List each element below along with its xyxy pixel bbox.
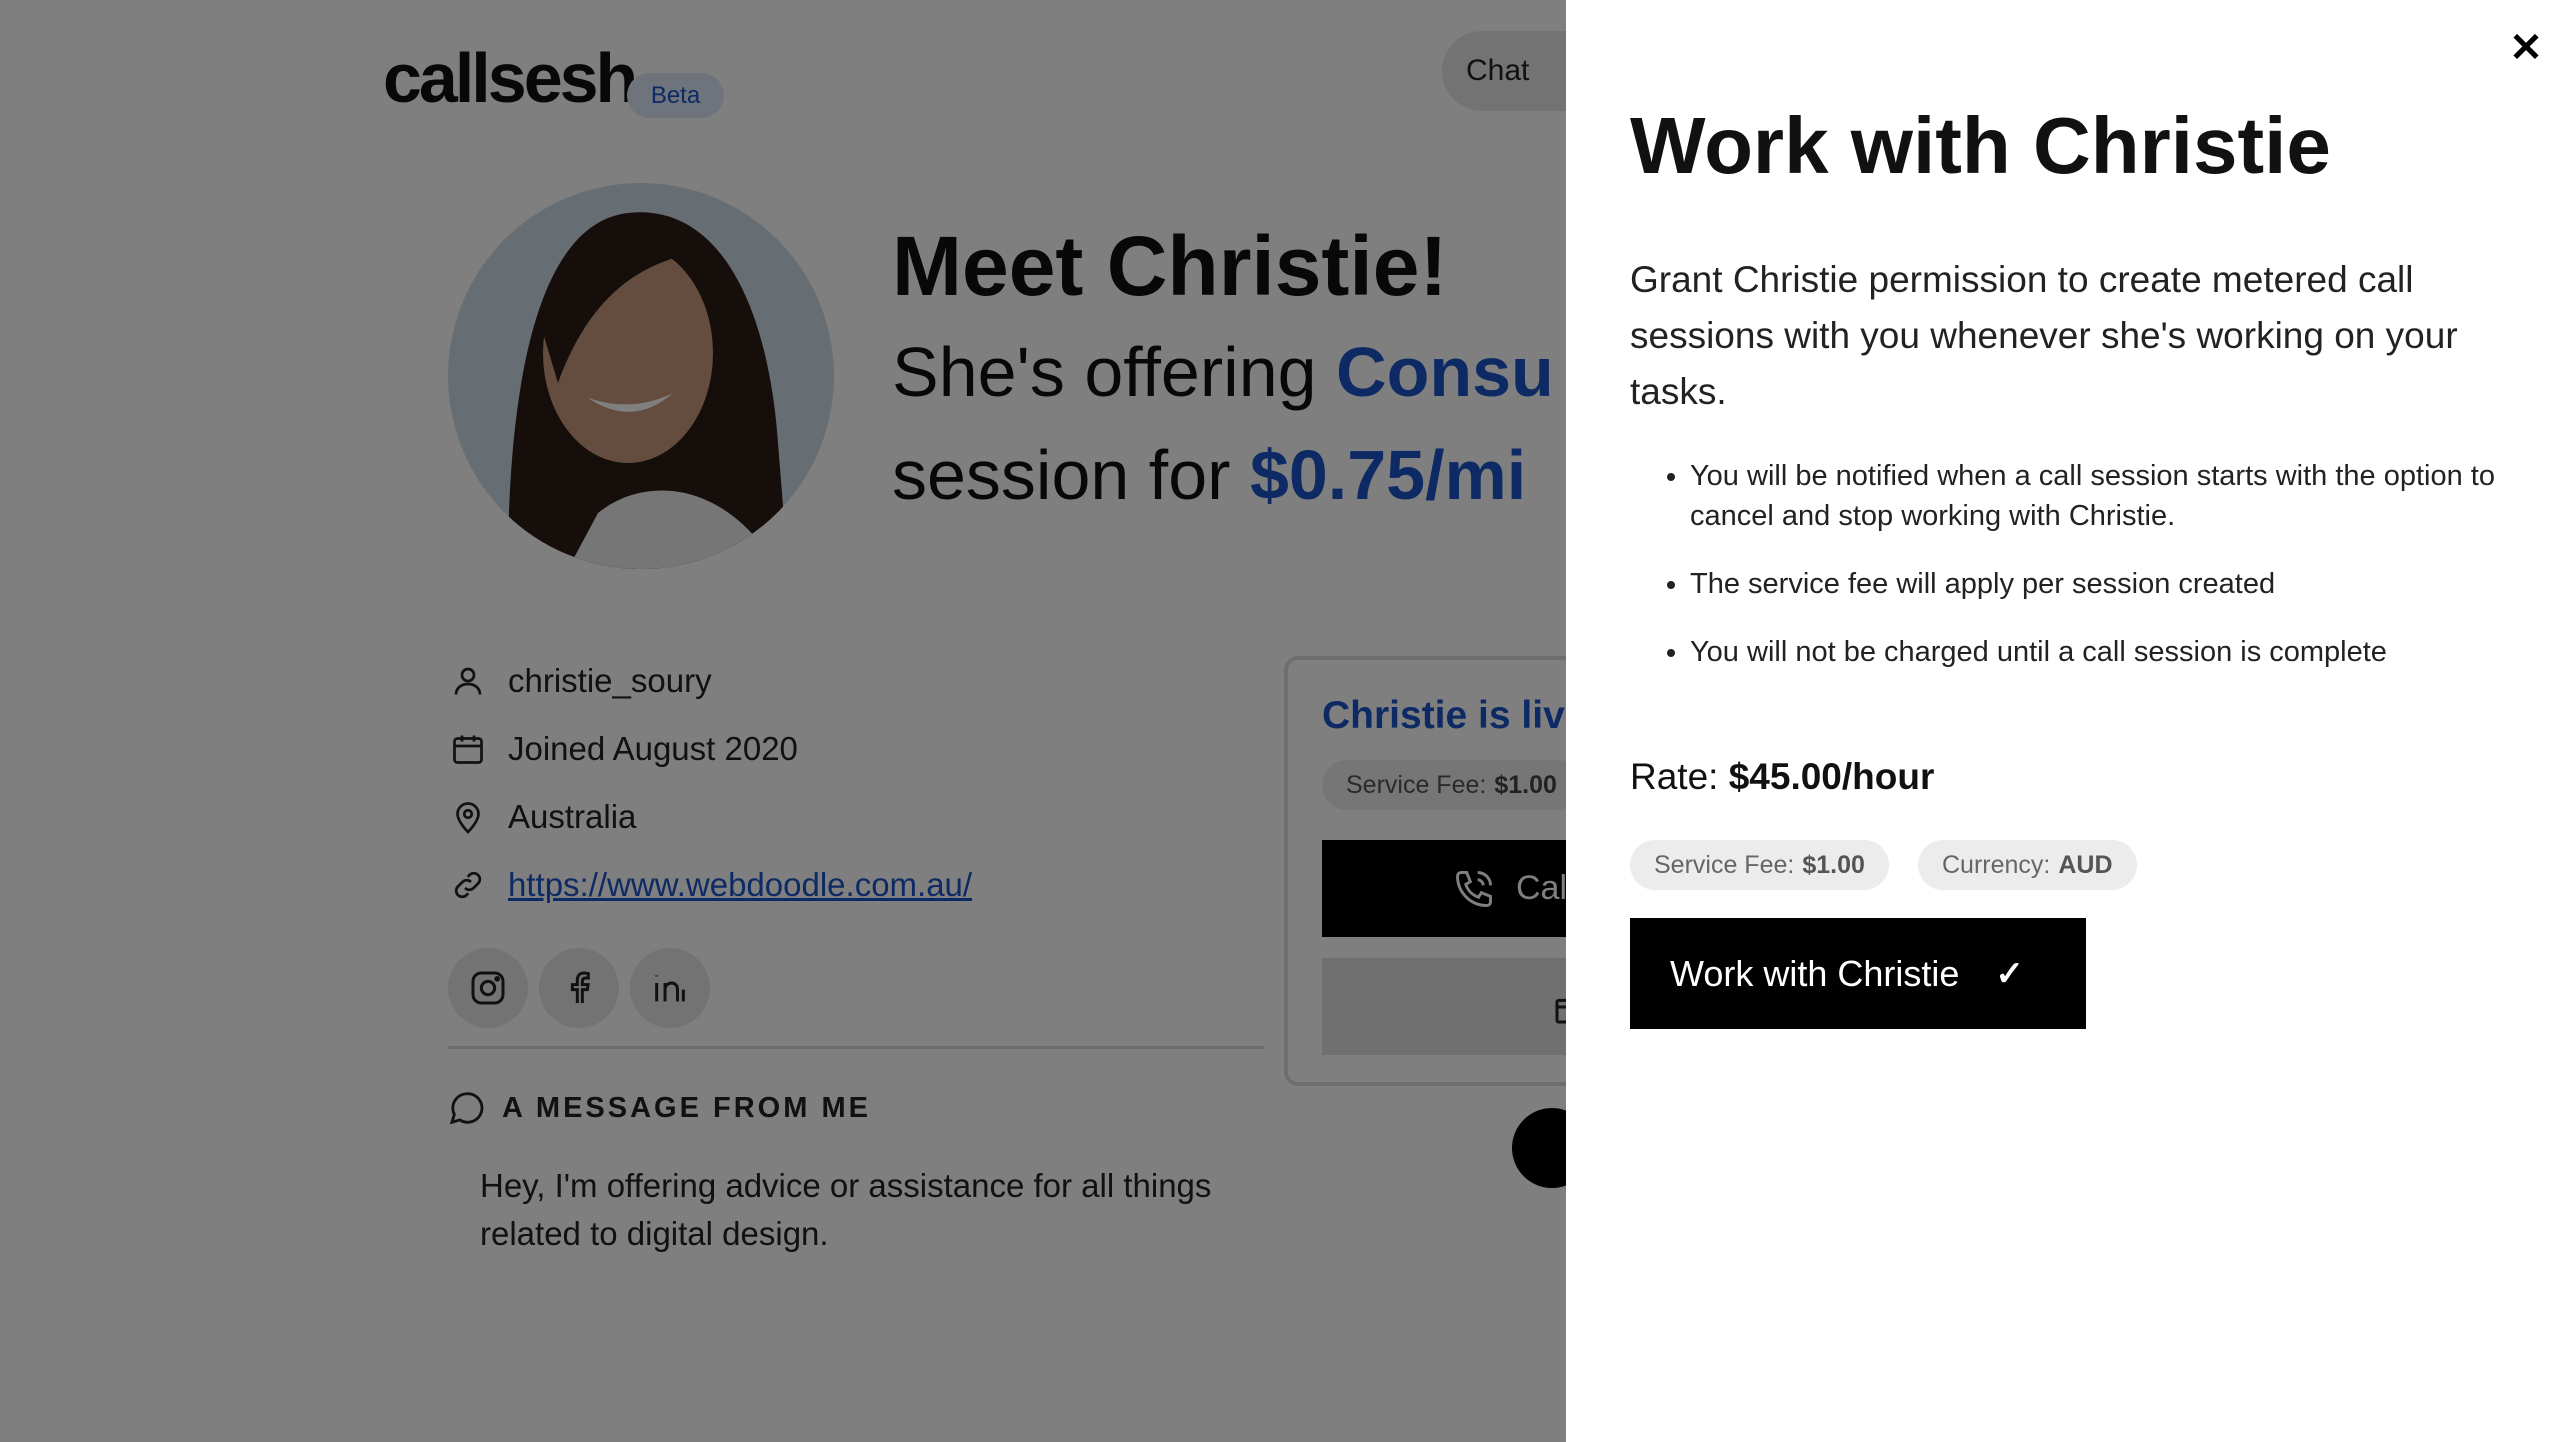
list-item: You will not be charged until a call ses… xyxy=(1690,632,2560,672)
rate-label: Rate: xyxy=(1630,756,1719,797)
rate-line: Rate: $45.00/hour xyxy=(1630,756,1934,798)
drawer-bullet-list: You will be notified when a call session… xyxy=(1630,456,2560,700)
currency-label: Currency: xyxy=(1942,850,2051,879)
service-fee-label: Service Fee: xyxy=(1654,850,1795,879)
modal-backdrop[interactable] xyxy=(0,0,1566,1442)
currency-pill: Currency: AUD xyxy=(1918,840,2137,890)
currency-value: AUD xyxy=(2058,850,2113,879)
drawer-title: Work with Christie xyxy=(1630,101,2331,190)
profile-page: callsesh Beta Chat Meet Christie! She's … xyxy=(0,0,2560,1442)
list-item: You will be notified when a call session… xyxy=(1690,456,2560,536)
drawer-description: Grant Christie permission to create mete… xyxy=(1630,259,2458,412)
work-with-button-label: Work with Christie xyxy=(1670,952,1960,994)
work-with-button[interactable]: Work with Christie ✓ xyxy=(1630,918,2086,1029)
service-fee-pill: Service Fee: $1.00 xyxy=(1630,840,1889,890)
work-with-drawer: ✕ Work with Christie Grant Christie perm… xyxy=(1566,0,2560,1442)
service-fee-value: $1.00 xyxy=(1802,850,1865,879)
list-item: The service fee will apply per session c… xyxy=(1690,564,2560,604)
close-icon[interactable]: ✕ xyxy=(2506,24,2546,72)
checkmark-icon: ✓ xyxy=(1995,954,2024,993)
rate-value: $45.00/hour xyxy=(1728,756,1935,797)
